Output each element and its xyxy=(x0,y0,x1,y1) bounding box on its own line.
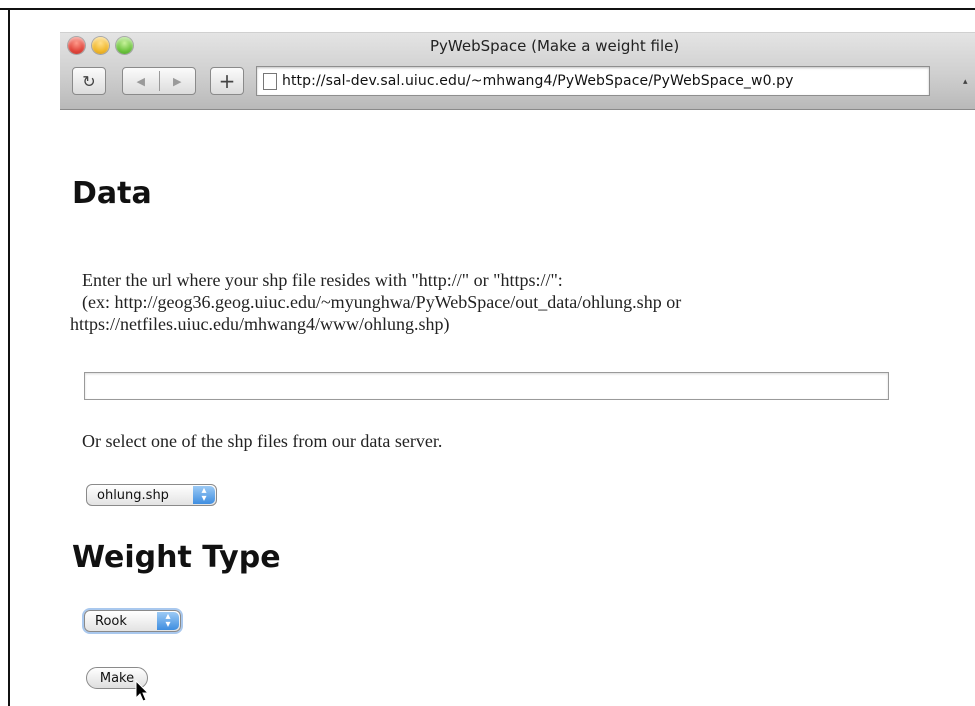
zoom-window-button[interactable] xyxy=(116,37,133,54)
shp-url-input[interactable] xyxy=(84,372,889,400)
select-arrows-icon: ▴ ▾ xyxy=(193,486,215,504)
frame-border-left xyxy=(8,8,10,706)
address-dropdown-icon[interactable]: ▴ xyxy=(963,77,968,87)
plus-icon: + xyxy=(218,69,236,93)
select-arrows-icon: ▴ ▾ xyxy=(157,612,179,630)
frame-border-top xyxy=(0,8,975,10)
url-instruction-line2: (ex: http://geog36.geog.uiuc.edu/~myungh… xyxy=(82,292,682,312)
address-bar[interactable]: http://sal-dev.sal.uiuc.edu/~mhwang4/PyW… xyxy=(256,66,930,96)
minimize-window-button[interactable] xyxy=(92,37,109,54)
url-instruction-line1: Enter the url where your shp file reside… xyxy=(82,270,563,290)
back-forward-buttons: ◀ ▶ xyxy=(122,67,196,95)
add-bookmark-button[interactable]: + xyxy=(210,67,244,95)
weight-type-heading: Weight Type xyxy=(72,540,281,575)
url-instruction-line3: https://netfiles.uiuc.edu/mhwang4/www/oh… xyxy=(70,314,450,334)
page-icon xyxy=(263,72,277,90)
window-title: PyWebSpace (Make a weight file) xyxy=(430,37,680,55)
reload-button[interactable]: ↻ xyxy=(72,67,106,95)
shp-file-select[interactable]: ohlung.shp ▴ ▾ xyxy=(86,484,217,506)
shp-file-select-value: ohlung.shp xyxy=(97,487,169,503)
forward-arrow-icon[interactable]: ▶ xyxy=(159,75,195,88)
browser-toolbar: PyWebSpace (Make a weight file) ↻ ◀ ▶ + … xyxy=(60,32,975,110)
mouse-pointer-icon xyxy=(135,680,150,702)
weight-type-select-value: Rook xyxy=(95,613,127,629)
data-heading: Data xyxy=(72,176,152,211)
weight-type-select[interactable]: Rook ▴ ▾ xyxy=(84,610,181,632)
reload-icon: ↻ xyxy=(82,71,96,91)
address-url: http://sal-dev.sal.uiuc.edu/~mhwang4/PyW… xyxy=(282,73,794,89)
back-arrow-icon[interactable]: ◀ xyxy=(123,75,159,88)
select-server-prompt: Or select one of the shp files from our … xyxy=(82,431,443,451)
close-window-button[interactable] xyxy=(68,37,85,54)
